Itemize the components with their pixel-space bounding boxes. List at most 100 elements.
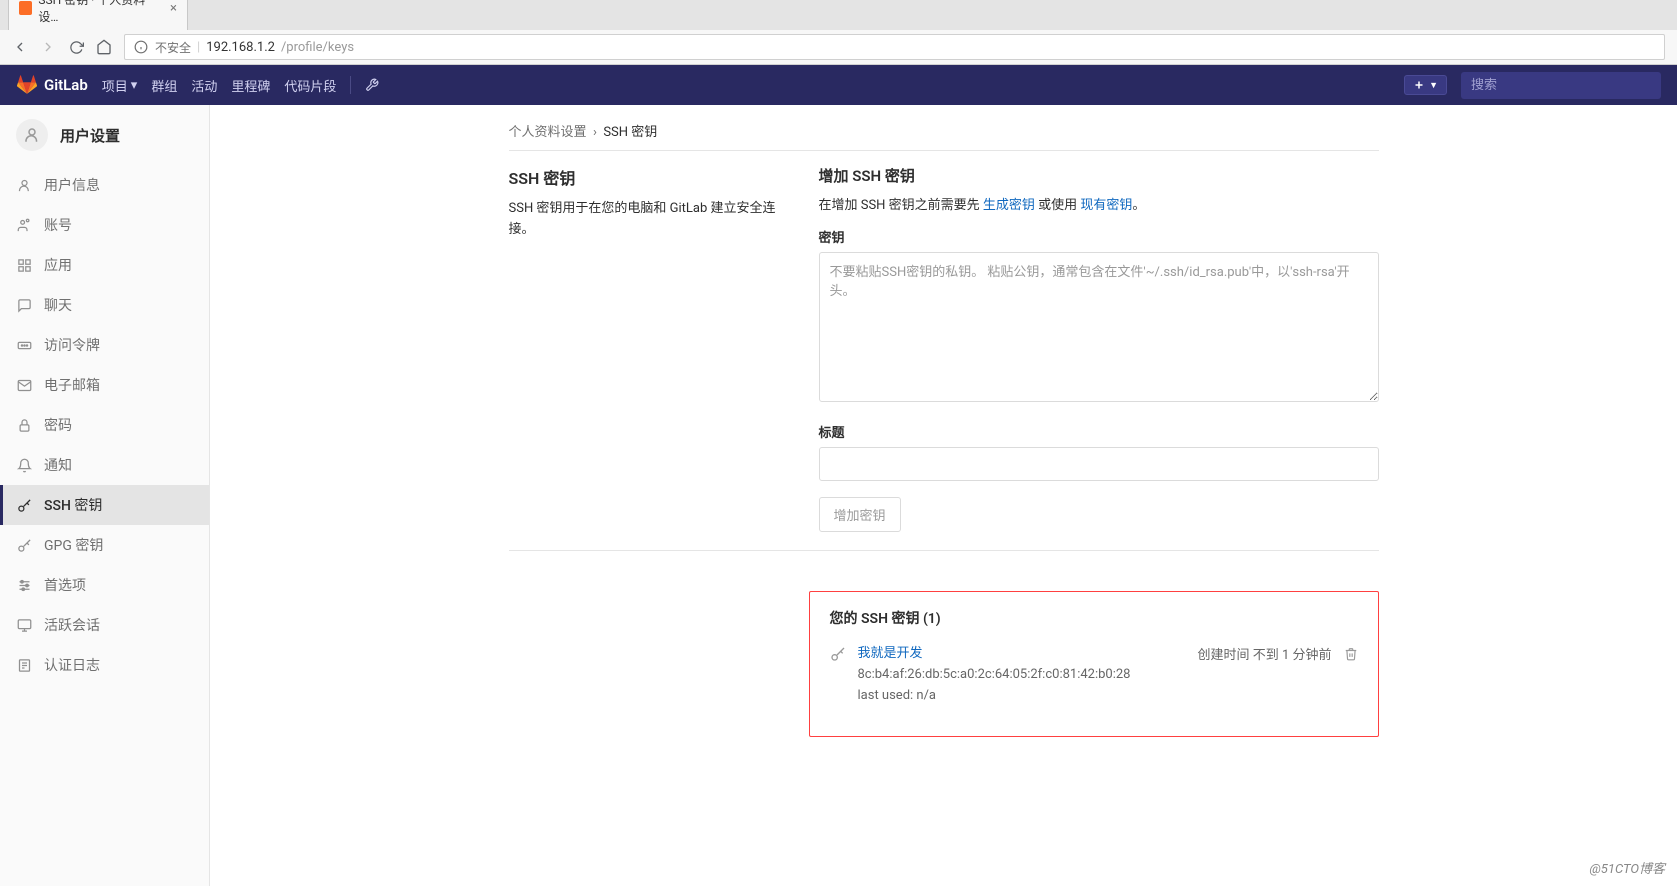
browser-tab[interactable]: SSH 密钥 · 个人资料设… × (8, 0, 188, 30)
sidebar-item-label: 账号 (44, 215, 72, 235)
sidebar-item-account[interactable]: 账号 (0, 205, 209, 245)
chevron-down-icon: ▼ (1429, 80, 1438, 91)
key-icon (830, 646, 846, 662)
grid-icon (16, 257, 32, 273)
info-icon (133, 39, 149, 55)
nav-projects[interactable]: 项目 ▾ (102, 76, 138, 95)
sidebar-item-ssh-keys[interactable]: SSH 密钥 (0, 485, 209, 525)
sidebar-item-label: GPG 密钥 (44, 535, 103, 555)
sidebar-item-gpg-keys[interactable]: GPG 密钥 (0, 525, 209, 565)
tab-title: SSH 密钥 · 个人资料设… (38, 0, 160, 25)
lock-icon (16, 417, 32, 433)
sidebar-item-label: 应用 (44, 255, 72, 275)
wrench-icon[interactable] (365, 78, 379, 92)
close-icon[interactable]: × (170, 1, 177, 16)
sidebar-item-password[interactable]: 密码 (0, 405, 209, 445)
title-label: 标题 (819, 422, 1379, 441)
sidebar-item-label: 认证日志 (44, 655, 100, 675)
sidebar-item-label: 首选项 (44, 575, 86, 595)
tab-bar: SSH 密钥 · 个人资料设… × (0, 0, 1677, 30)
separator (350, 76, 351, 94)
url-path: /profile/keys (281, 40, 354, 55)
browser-chrome: SSH 密钥 · 个人资料设… × 不安全 | 192.168.1.2/prof… (0, 0, 1677, 65)
main-content: 个人资料设置 › SSH 密钥 SSH 密钥 SSH 密钥用于在您的电脑和 Gi… (210, 105, 1677, 886)
bell-icon (16, 457, 32, 473)
key-label: 密钥 (819, 227, 1379, 246)
page-desc: SSH 密钥用于在您的电脑和 GitLab 建立安全连接。 (509, 199, 779, 241)
sidebar-item-chat[interactable]: 聊天 (0, 285, 209, 325)
help-text: 。 (1132, 198, 1145, 213)
trash-icon[interactable] (1344, 647, 1358, 661)
key-name-link[interactable]: 我就是开发 (858, 646, 923, 661)
sidebar-item-label: 用户信息 (44, 175, 100, 195)
forward-icon[interactable] (40, 39, 56, 55)
content-row: SSH 密钥 SSH 密钥用于在您的电脑和 GitLab 建立安全连接。 增加 … (509, 165, 1379, 532)
new-dropdown[interactable]: ▼ (1404, 75, 1447, 95)
nav-groups[interactable]: 群组 (151, 76, 177, 95)
sidebar-item-label: 访问令牌 (44, 335, 100, 355)
home-icon[interactable] (96, 39, 112, 55)
sliders-icon (16, 577, 32, 593)
existing-key-link[interactable]: 现有密钥 (1080, 198, 1132, 213)
sidebar-header[interactable]: 用户设置 (0, 105, 209, 165)
sidebar-item-label: 电子邮箱 (44, 375, 100, 395)
back-icon[interactable] (12, 39, 28, 55)
page-layout: 用户设置 用户信息 账号 应用 聊天 访问令牌 电子邮箱 密码 通知 SSH 密… (0, 105, 1677, 886)
monitor-icon (16, 617, 32, 633)
sidebar-item-label: SSH 密钥 (44, 495, 102, 515)
avatar-icon (16, 119, 48, 151)
sidebar-item-profile[interactable]: 用户信息 (0, 165, 209, 205)
keys-heading: 您的 SSH 密钥 (1) (830, 608, 1358, 628)
form-title: 增加 SSH 密钥 (819, 165, 1379, 186)
chevron-down-icon: ▾ (131, 78, 138, 93)
sidebar-item-applications[interactable]: 应用 (0, 245, 209, 285)
brand-text: GitLab (44, 76, 88, 94)
generate-key-link[interactable]: 生成密钥 (983, 198, 1035, 213)
sidebar-item-email[interactable]: 电子邮箱 (0, 365, 209, 405)
key-body: 我就是开发 8c:b4:af:26:db:5c:a0:2c:64:05:2f:c… (858, 644, 1186, 706)
nav-milestones[interactable]: 里程碑 (231, 76, 270, 95)
breadcrumb-root[interactable]: 个人资料设置 (509, 125, 587, 140)
title-input[interactable] (819, 447, 1379, 481)
key-row: 我就是开发 8c:b4:af:26:db:5c:a0:2c:64:05:2f:c… (830, 644, 1358, 706)
sidebar: 用户设置 用户信息 账号 应用 聊天 访问令牌 电子邮箱 密码 通知 SSH 密… (0, 105, 210, 886)
form-group-title: 标题 (819, 422, 1379, 481)
sidebar-item-audit-log[interactable]: 认证日志 (0, 645, 209, 685)
log-icon (16, 657, 32, 673)
browser-nav-bar: 不安全 | 192.168.1.2/profile/keys (0, 30, 1677, 64)
keys-panel: 您的 SSH 密钥 (1) 我就是开发 8c:b4:af:26:db:5c:a0… (809, 591, 1379, 737)
help-text: 在增加 SSH 密钥之前需要先 (819, 198, 983, 213)
content-form: 增加 SSH 密钥 在增加 SSH 密钥之前需要先 生成密钥 或使用 现有密钥。… (819, 165, 1379, 532)
key-created: 创建时间 不到 1 分钟前 (1198, 644, 1332, 663)
gitlab-logo[interactable]: GitLab (16, 75, 88, 95)
key-last-used: last used: n/a (858, 688, 937, 703)
key-icon (16, 537, 32, 553)
account-icon (16, 217, 32, 233)
breadcrumb: 个人资料设置 › SSH 密钥 (509, 121, 1379, 151)
sidebar-item-notifications[interactable]: 通知 (0, 445, 209, 485)
nav-projects-label: 项目 (102, 76, 128, 95)
search-input[interactable] (1461, 72, 1661, 99)
help-text: 或使用 (1035, 198, 1080, 213)
sidebar-item-sessions[interactable]: 活跃会话 (0, 605, 209, 645)
sidebar-item-label: 密码 (44, 415, 72, 435)
form-group-key: 密钥 (819, 227, 1379, 406)
nav-activity[interactable]: 活动 (191, 76, 217, 95)
sidebar-item-preferences[interactable]: 首选项 (0, 565, 209, 605)
chat-icon (16, 297, 32, 313)
address-bar[interactable]: 不安全 | 192.168.1.2/profile/keys (124, 34, 1665, 60)
key-textarea[interactable] (819, 252, 1379, 402)
security-label: 不安全 (155, 39, 191, 56)
gitlab-header: GitLab 项目 ▾ 群组 活动 里程碑 代码片段 ▼ (0, 65, 1677, 105)
breadcrumb-current: SSH 密钥 (603, 125, 657, 140)
add-key-button[interactable]: 增加密钥 (819, 497, 901, 532)
breadcrumb-sep: › (593, 125, 597, 140)
sidebar-title: 用户设置 (60, 125, 120, 146)
reload-icon[interactable] (68, 39, 84, 55)
sidebar-item-tokens[interactable]: 访问令牌 (0, 325, 209, 365)
plus-icon (1413, 79, 1425, 91)
key-fingerprint: 8c:b4:af:26:db:5c:a0:2c:64:05:2f:c0:81:4… (858, 667, 1131, 682)
content-intro: SSH 密钥 SSH 密钥用于在您的电脑和 GitLab 建立安全连接。 (509, 165, 779, 532)
nav-snippets[interactable]: 代码片段 (284, 76, 336, 95)
sidebar-item-label: 通知 (44, 455, 72, 475)
